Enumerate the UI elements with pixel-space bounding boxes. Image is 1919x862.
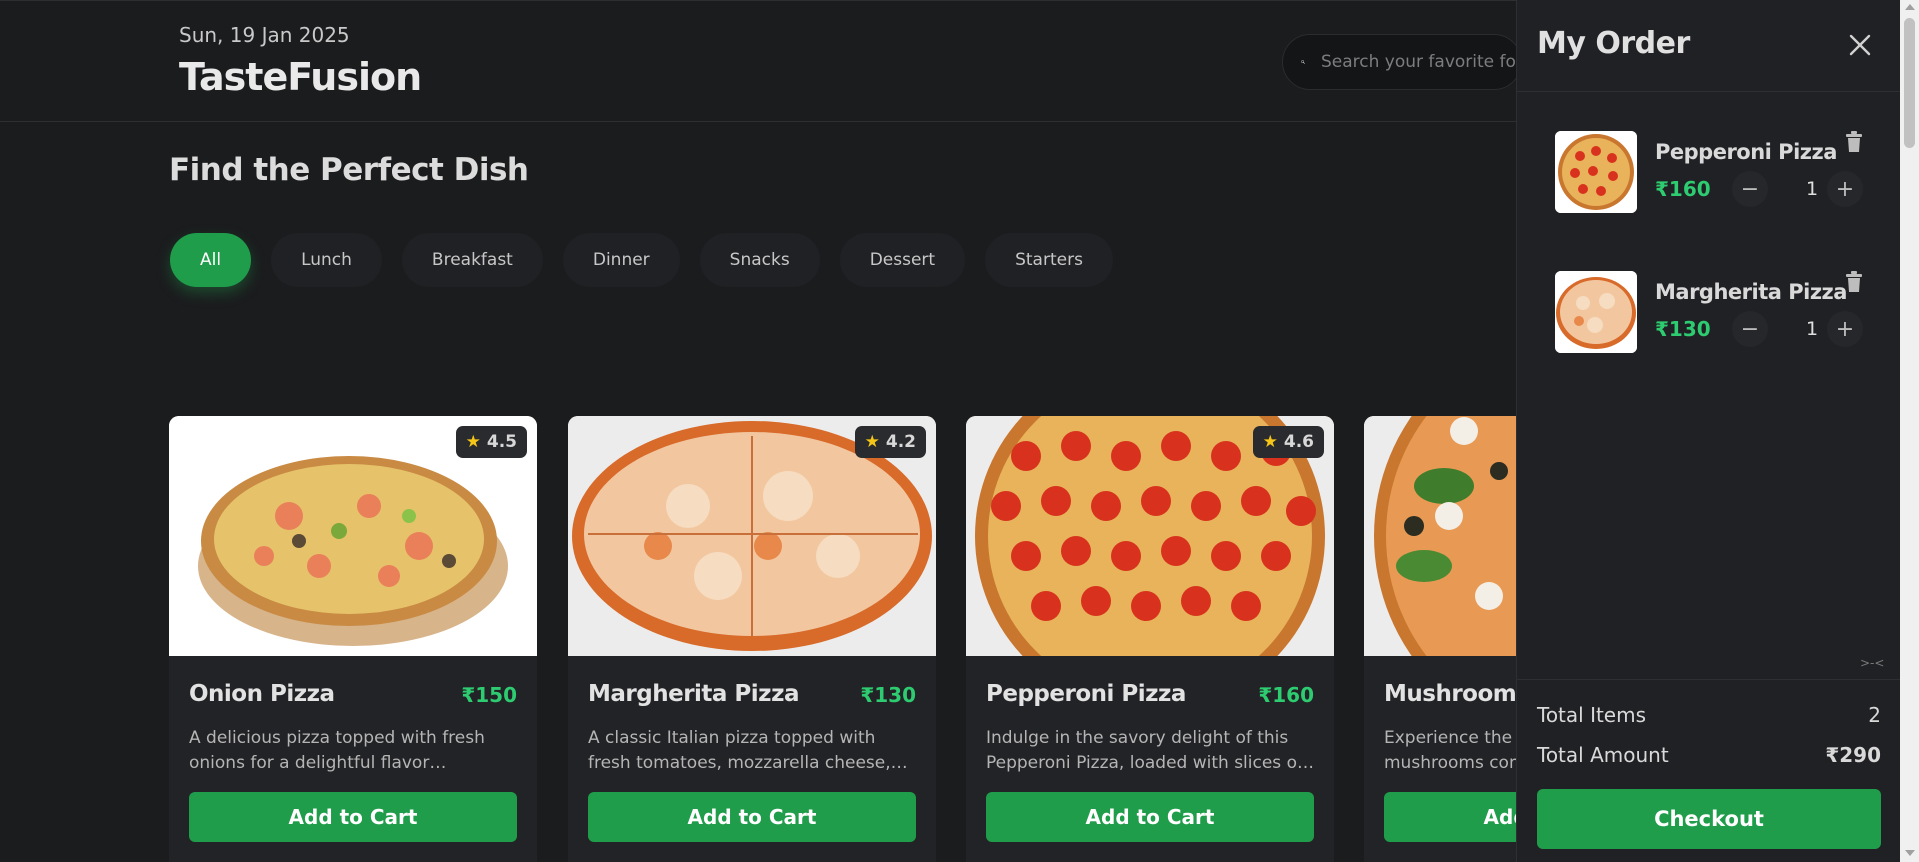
dish-card: Mushroom Pizza Experience the earthy goo… <box>1364 416 1516 862</box>
order-header: My Order <box>1517 0 1901 92</box>
order-item-name: Pepperoni Pizza <box>1655 140 1837 164</box>
top-header: Sun, 19 Jan 2025 TasteFusion <box>0 0 1522 122</box>
brand-title: TasteFusion <box>179 55 422 99</box>
total-items-value: 2 <box>1868 703 1881 727</box>
dish-name: Onion Pizza <box>189 681 335 707</box>
dish-name: Pepperoni Pizza <box>986 681 1186 707</box>
dish-description: A classic Italian pizza topped with fres… <box>588 728 891 773</box>
trash-icon[interactable] <box>1845 131 1863 153</box>
add-to-cart-button[interactable]: Add to Cart <box>986 792 1314 842</box>
order-item: Pepperoni Pizza ₹160 − 1 + <box>1555 131 1875 213</box>
search-input[interactable] <box>1321 52 1521 72</box>
scroll-down-icon[interactable] <box>1905 850 1915 856</box>
rating-value: 4.2 <box>885 432 916 452</box>
star-icon: ★ <box>465 432 481 452</box>
star-icon: ★ <box>864 432 880 452</box>
increase-qty-button[interactable]: + <box>1827 171 1863 207</box>
dish-price: ₹150 <box>461 683 517 707</box>
dish-card: ★ 4.6 Pepperoni Pizza ₹160 Indulge in th… <box>966 416 1334 862</box>
category-filter: All Lunch Breakfast Dinner Snacks Desser… <box>170 233 1113 287</box>
category-snacks[interactable]: Snacks <box>699 233 820 287</box>
scrollbar[interactable] <box>1900 0 1919 862</box>
rating-badge: ★ 4.5 <box>455 426 527 458</box>
dish-image: ★ 4.2 <box>568 416 936 656</box>
dish-price: ₹130 <box>860 683 916 707</box>
dish-card: ★ 4.2 Margherita Pizza ₹130 A classic It… <box>568 416 936 862</box>
dish-image: ★ 4.6 <box>966 416 1334 656</box>
dish-price: ₹160 <box>1258 683 1314 707</box>
search-box[interactable] <box>1282 34 1522 90</box>
order-item-price: ₹160 <box>1655 177 1711 201</box>
category-lunch[interactable]: Lunch <box>271 233 382 287</box>
order-item-name: Margherita Pizza <box>1655 280 1847 304</box>
rating-badge: ★ 4.2 <box>854 426 926 458</box>
order-item-price: ₹130 <box>1655 317 1711 341</box>
total-items-row: Total Items 2 <box>1537 703 1881 727</box>
total-amount-value: ₹290 <box>1825 743 1881 767</box>
search-icon <box>1301 60 1305 64</box>
add-to-cart-button[interactable]: Add to Cart <box>189 792 517 842</box>
decrease-qty-button[interactable]: − <box>1732 171 1768 207</box>
dish-card: ★ 4.5 Onion Pizza ₹150 A delicious pizza… <box>169 416 537 862</box>
category-dinner[interactable]: Dinner <box>562 233 680 287</box>
dish-name: Margherita Pizza <box>588 681 799 707</box>
scroll-up-icon[interactable] <box>1905 4 1915 10</box>
category-starters[interactable]: Starters <box>985 233 1113 287</box>
rating-badge: ★ 4.6 <box>1252 426 1324 458</box>
increase-qty-button[interactable]: + <box>1827 311 1863 347</box>
checkout-button[interactable]: Checkout <box>1537 789 1881 849</box>
order-item-qty: 1 <box>1805 318 1819 340</box>
category-dessert[interactable]: Dessert <box>839 233 966 287</box>
dish-description: Experience the earthy goodness of mushro… <box>1384 728 1516 773</box>
collapse-icon[interactable]: >-< <box>1860 656 1884 670</box>
dish-description: A delicious pizza topped with fresh onio… <box>189 728 485 773</box>
dish-image: ★ 4.5 <box>169 416 537 656</box>
rating-value: 4.5 <box>486 432 517 452</box>
order-item: Margherita Pizza ₹130 − 1 + <box>1555 271 1875 353</box>
category-all[interactable]: All <box>170 233 252 287</box>
total-amount-row: Total Amount ₹290 <box>1537 743 1881 767</box>
order-title: My Order <box>1537 26 1690 61</box>
total-items-label: Total Items <box>1537 703 1647 727</box>
order-item-qty: 1 <box>1805 178 1819 200</box>
dish-description: Indulge in the savory delight of this Pe… <box>986 728 1303 773</box>
scrollbar-thumb[interactable] <box>1904 18 1915 148</box>
close-icon[interactable] <box>1847 32 1873 58</box>
category-breakfast[interactable]: Breakfast <box>401 233 543 287</box>
order-summary-divider <box>1517 679 1901 680</box>
dish-grid: ★ 4.5 Onion Pizza ₹150 A delicious pizza… <box>169 416 1516 862</box>
add-to-cart-button[interactable]: Add to Cart <box>1384 792 1516 842</box>
rating-value: 4.6 <box>1283 432 1314 452</box>
order-item-image <box>1555 131 1637 213</box>
order-item-image <box>1555 271 1637 353</box>
page-title: Find the Perfect Dish <box>169 152 529 188</box>
trash-icon[interactable] <box>1845 271 1863 293</box>
total-amount-label: Total Amount <box>1537 743 1669 767</box>
pizza-image <box>1364 416 1516 656</box>
current-date: Sun, 19 Jan 2025 <box>179 23 350 47</box>
order-panel: My Order Pepperoni Pizza ₹160 − 1 + Marg… <box>1516 0 1901 862</box>
dish-name: Mushroom Pizza <box>1384 681 1516 707</box>
star-icon: ★ <box>1262 432 1278 452</box>
dish-image <box>1364 416 1516 656</box>
decrease-qty-button[interactable]: − <box>1732 311 1768 347</box>
add-to-cart-button[interactable]: Add to Cart <box>588 792 916 842</box>
